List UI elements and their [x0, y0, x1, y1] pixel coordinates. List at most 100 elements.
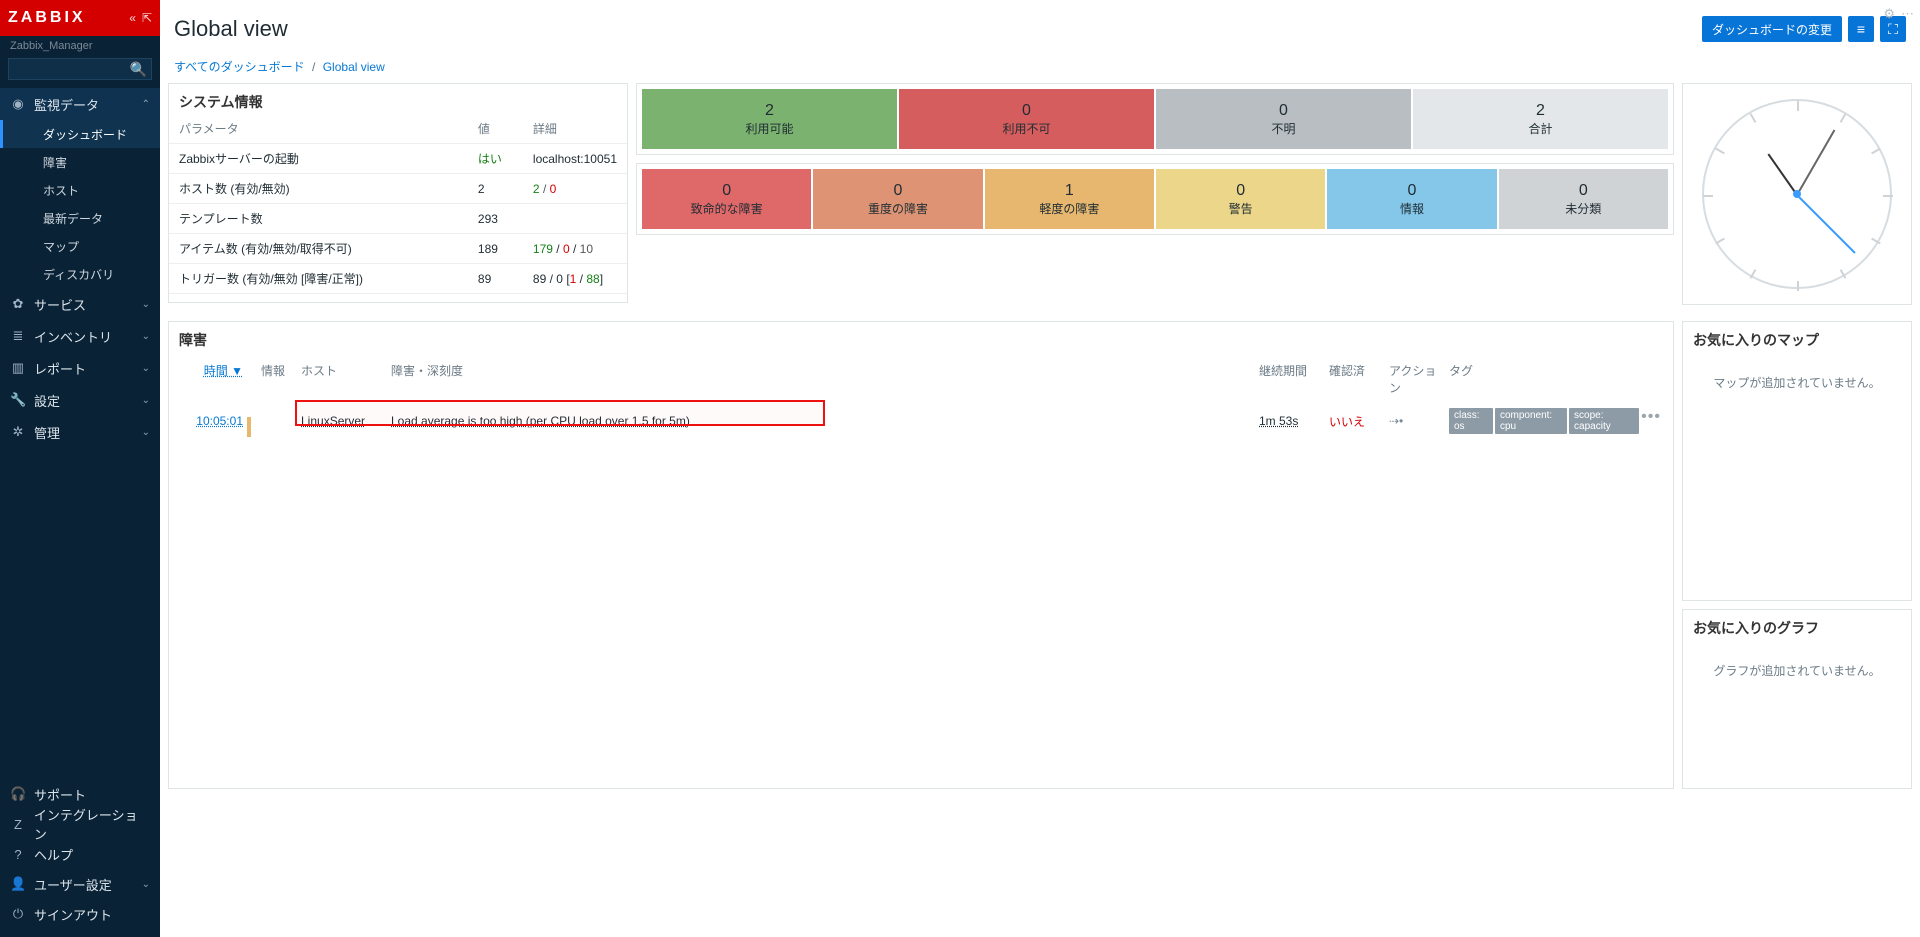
severity-indicator — [247, 417, 251, 437]
si-r2-v: 2 — [468, 174, 523, 204]
tile-sev-warning[interactable]: 0警告 — [1156, 169, 1325, 229]
nav-reports[interactable]: ▥ レポート ⌄ — [0, 352, 160, 384]
tag-1[interactable]: class: os — [1449, 408, 1493, 434]
sev-info-n: 0 — [1408, 182, 1417, 200]
si-r4-v: 189 — [468, 234, 523, 264]
col-duration[interactable]: 継続期間 — [1255, 358, 1325, 400]
breadcrumb-current[interactable]: Global view — [323, 60, 385, 74]
tile-unknown[interactable]: 0不明 — [1156, 89, 1411, 149]
nav-config[interactable]: 🔧 設定 ⌄ — [0, 384, 160, 416]
tile-sev-disaster[interactable]: 0致命的な障害 — [642, 169, 811, 229]
nav-monitoring[interactable]: ◉ 監視データ ⌃ — [0, 88, 160, 120]
widget-fav-maps: お気に入りのマップ マップが追加されていません。 — [1682, 321, 1912, 601]
sidebar-item-problems[interactable]: 障害 — [0, 148, 160, 176]
col-ack[interactable]: 確認済 — [1325, 358, 1385, 400]
nav-admin[interactable]: ✲ 管理 ⌄ — [0, 416, 160, 448]
inventory-icon: ≣ — [10, 328, 26, 344]
widget-status-tiles: 2利用可能 0利用不可 0不明 2合計 0致命的な障害 0重度の障害 1軽度の障… — [636, 83, 1674, 305]
sev-average-l: 軽度の障害 — [1039, 200, 1099, 217]
si-r5-db: 0 — [556, 272, 563, 286]
prob-actions[interactable]: ⇢• — [1385, 410, 1445, 432]
more-tags-icon[interactable]: ••• — [1641, 408, 1661, 434]
edit-dashboard-button[interactable]: ダッシュボードの変更 — [1702, 16, 1842, 42]
sev-high-l: 重度の障害 — [868, 200, 928, 217]
reports-icon: ▥ — [10, 360, 26, 376]
nav-inventory[interactable]: ≣ インベントリ ⌄ — [0, 320, 160, 352]
chevron-down-icon: ⌄ — [142, 299, 150, 310]
si-r2-sep: / — [540, 182, 550, 196]
tile-sev-na[interactable]: 0未分類 — [1499, 169, 1668, 229]
sev-high-n: 0 — [894, 182, 903, 200]
tile-total[interactable]: 2合計 — [1413, 89, 1668, 149]
search-input[interactable]: 🔍 — [8, 58, 152, 80]
problem-row[interactable]: 10:05:01 LinuxServer Load average is too… — [169, 404, 1673, 444]
fav-graphs-empty: グラフが追加されていません。 — [1683, 642, 1911, 679]
si-r6-p: ユーザー数 (オンライン) — [169, 294, 468, 304]
nav-help[interactable]: ? ヘルプ — [0, 839, 160, 869]
sidebar-item-discovery[interactable]: ディスカバリ — [0, 260, 160, 288]
nav-integrations-label: インテグレーション — [34, 805, 150, 843]
tag-3[interactable]: scope: capacity — [1569, 408, 1639, 434]
prob-time[interactable]: 10:05:01 — [177, 410, 247, 432]
nav-services[interactable]: ✿ サービス ⌄ — [0, 288, 160, 320]
fav-maps-title: お気に入りのマップ — [1683, 322, 1911, 354]
tile-unknown-n: 0 — [1279, 102, 1288, 120]
tile-unavailable-n: 0 — [1022, 102, 1031, 120]
analog-clock — [1702, 99, 1892, 289]
col-problem[interactable]: 障害・深刻度 — [387, 358, 757, 400]
brand-logo: ZABBIX — [8, 9, 129, 27]
tag-2[interactable]: component: cpu — [1495, 408, 1567, 434]
si-r6-d: 1 — [523, 294, 627, 304]
si-r5-d: 89 / 0 [1 / 88] — [523, 264, 627, 294]
prob-duration[interactable]: 1m 53s — [1255, 410, 1325, 432]
col-info[interactable]: 情報 — [257, 358, 297, 400]
tile-sev-info[interactable]: 0情報 — [1327, 169, 1496, 229]
nav-integrations[interactable]: Z インテグレーション — [0, 809, 160, 839]
col-actions[interactable]: アクション — [1385, 358, 1445, 400]
sidebar-item-latest[interactable]: 最新データ — [0, 204, 160, 232]
popout-icon[interactable]: ⇱ — [142, 11, 152, 25]
problems-columns: 時間 ▼ 情報 ホスト 障害・深刻度 継続期間 確認済 アクション タグ — [169, 354, 1673, 404]
col-time[interactable]: 時間 ▼ — [177, 358, 247, 400]
breadcrumb-root[interactable]: すべてのダッシュボード — [174, 60, 305, 74]
tile-total-l: 合計 — [1528, 120, 1552, 137]
si-r5-p: トリガー数 (有効/無効 [障害/正常]) — [169, 264, 468, 294]
nav-config-label: 設定 — [34, 391, 60, 410]
chevron-down-icon: ⌄ — [142, 427, 150, 438]
page-header: Global view ダッシュボードの変更 ≡ ⛶ — [160, 0, 1920, 58]
sev-warning-n: 0 — [1236, 182, 1245, 200]
si-r5-dc: 1 — [570, 272, 577, 286]
sidebar: ZABBIX « ⇱ Zabbix_Manager 🔍 ◉ 監視データ ⌃ ダッ… — [0, 0, 160, 937]
clock-hour-hand — [1768, 153, 1798, 195]
si-r4-da: 179 — [533, 242, 553, 256]
prob-host[interactable]: LinuxServer — [297, 410, 387, 432]
nav-signout-label: サインアウト — [34, 905, 112, 924]
nav-user-label: ユーザー設定 — [34, 875, 112, 894]
fav-maps-empty: マップが追加されていません。 — [1683, 354, 1911, 391]
chevron-down-icon: ⌄ — [142, 331, 150, 342]
help-icon: ? — [10, 847, 26, 862]
sev-warning-l: 警告 — [1229, 200, 1253, 217]
nav-user-settings[interactable]: 👤 ユーザー設定 ⌄ — [0, 869, 160, 899]
sidebar-item-dashboard[interactable]: ダッシュボード — [0, 120, 160, 148]
sev-na-l: 未分類 — [1565, 200, 1601, 217]
problems-title: 障害 — [169, 322, 1673, 354]
col-host[interactable]: ホスト — [297, 358, 387, 400]
prob-ack[interactable]: いいえ — [1325, 409, 1385, 434]
col-tags[interactable]: タグ — [1445, 358, 1665, 400]
sidebar-item-maps[interactable]: マップ — [0, 232, 160, 260]
collapse-icon[interactable]: « — [129, 11, 136, 25]
tile-unknown-l: 不明 — [1271, 120, 1295, 137]
tile-sev-average[interactable]: 1軽度の障害 — [985, 169, 1154, 229]
widget-fav-graphs: お気に入りのグラフ グラフが追加されていません。 — [1682, 609, 1912, 789]
clock-second-hand — [1796, 194, 1855, 253]
tile-available[interactable]: 2利用可能 — [642, 89, 897, 149]
nav-signout[interactable]: ⏻ サインアウト — [0, 899, 160, 929]
prob-name[interactable]: Load average is too high (per CPU load o… — [387, 410, 757, 432]
tile-sev-high[interactable]: 0重度の障害 — [813, 169, 982, 229]
sidebar-item-hosts[interactable]: ホスト — [0, 176, 160, 204]
server-name: Zabbix_Manager — [0, 36, 160, 58]
sev-disaster-l: 致命的な障害 — [691, 200, 763, 217]
tile-unavailable[interactable]: 0利用不可 — [899, 89, 1154, 149]
list-view-button[interactable]: ≡ — [1848, 16, 1874, 42]
